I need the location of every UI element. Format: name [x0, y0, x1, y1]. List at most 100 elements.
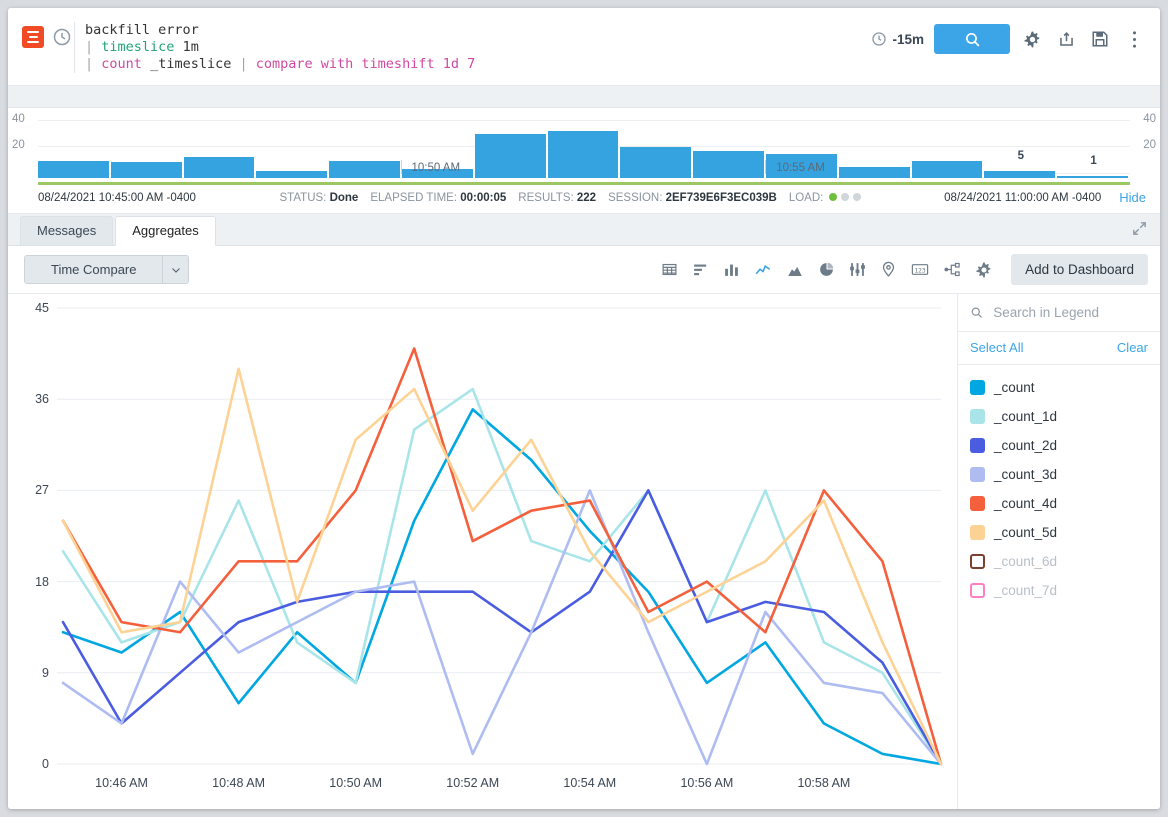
- share-button[interactable]: [1054, 26, 1078, 52]
- expand-panel-button[interactable]: [1131, 220, 1148, 242]
- column-chart-icon[interactable]: [723, 261, 740, 278]
- time-compare-dropdown[interactable]: Time Compare: [24, 255, 189, 284]
- chart-legend-panel: Select All Clear _count _count_1d _count_2…: [957, 294, 1160, 809]
- histogram-bar[interactable]: [912, 161, 983, 178]
- more-options-button[interactable]: [1122, 26, 1146, 52]
- chart-x-tick: 10:58 AM: [798, 776, 851, 790]
- legend-item-label: _count: [994, 380, 1035, 395]
- chart-x-tick: 10:54 AM: [563, 776, 616, 790]
- kebab-menu-icon: [1132, 30, 1137, 49]
- chart-type-icons: 123: [661, 261, 993, 279]
- line-chart-icon[interactable]: [754, 261, 772, 279]
- search-icon: [970, 305, 983, 320]
- histogram-timetick-1: [401, 160, 402, 174]
- histogram-bar[interactable]: [620, 147, 691, 178]
- histogram-bar[interactable]: [329, 161, 400, 178]
- legend-actions: Select All Clear: [958, 332, 1160, 365]
- legend-item-count_2d[interactable]: _count_2d: [958, 431, 1160, 460]
- tab-messages[interactable]: Messages: [20, 216, 113, 245]
- chevron-down-icon[interactable]: [162, 256, 188, 283]
- legend-color-swatch: [970, 438, 985, 453]
- legend-item-count_7d[interactable]: _count_7d: [958, 576, 1160, 605]
- panel-divider: [8, 86, 1160, 108]
- area-chart-icon[interactable]: [786, 261, 804, 279]
- chart-series-count_3d[interactable]: [63, 490, 941, 764]
- histogram-bar[interactable]: [256, 171, 327, 178]
- legend-color-swatch: [970, 525, 985, 540]
- session-value: 2EF739E6F3EC039B: [666, 192, 777, 204]
- histogram-bar-value: 1: [1090, 155, 1096, 167]
- histogram-ylabel-bottom-left: 20: [12, 139, 25, 151]
- histogram-bar[interactable]: [984, 171, 1055, 178]
- chart-series-count_2d[interactable]: [63, 490, 941, 764]
- legend-item-label: _count_7d: [994, 583, 1057, 598]
- legend-item-label: _count_6d: [994, 554, 1057, 569]
- histogram-bar[interactable]: [693, 151, 764, 178]
- legend-item-label: _count_5d: [994, 525, 1057, 540]
- histogram-bar[interactable]: [1057, 176, 1128, 178]
- chart-series-count_1d[interactable]: [63, 389, 941, 764]
- histogram-timetick-2: [765, 160, 766, 174]
- histogram-bar[interactable]: [839, 167, 910, 178]
- visualization-toolbar: Time Compare: [8, 246, 1160, 294]
- legend-item-count_4d[interactable]: _count_4d: [958, 489, 1160, 518]
- horizontal-bar-chart-icon[interactable]: [692, 261, 709, 278]
- histogram-chart[interactable]: 40 20 40 20 51 10:50 AM 10:55 AM: [38, 116, 1130, 178]
- results-tabs: Messages Aggregates: [8, 214, 1160, 246]
- legend-select-all-link[interactable]: Select All: [970, 340, 1023, 355]
- histogram-bar[interactable]: [548, 131, 619, 178]
- load-dot-3: [853, 193, 861, 201]
- legend-item-count_3d[interactable]: _count_3d: [958, 460, 1160, 489]
- histogram-bar[interactable]: [475, 134, 546, 178]
- chart-x-tick: 10:52 AM: [446, 776, 499, 790]
- link-graph-icon[interactable]: [943, 261, 961, 278]
- query-line-2-pipe: |: [85, 39, 93, 55]
- status-value: Done: [330, 192, 359, 204]
- legend-item-count[interactable]: _count: [958, 373, 1160, 402]
- pie-chart-icon[interactable]: [818, 261, 835, 278]
- histogram-ylabel-top-right: 40: [1143, 113, 1156, 125]
- session-key: SESSION:: [608, 192, 662, 204]
- single-value-icon[interactable]: 123: [911, 261, 929, 278]
- legend-item-count_5d[interactable]: _count_5d: [958, 518, 1160, 547]
- table-chart-icon[interactable]: [661, 261, 678, 278]
- load-dot-1: [829, 193, 837, 201]
- legend-item-label: _count_2d: [994, 438, 1057, 453]
- legend-clear-link[interactable]: Clear: [1117, 340, 1148, 355]
- time-range-picker[interactable]: -15m: [871, 31, 924, 47]
- legend-item-label: _count_1d: [994, 409, 1057, 424]
- histogram-bar-value: 5: [1018, 150, 1024, 162]
- histogram-bar[interactable]: [111, 162, 182, 178]
- query-line-3-field: _timeslice: [150, 56, 231, 72]
- chart-y-tick: 45: [35, 301, 49, 315]
- clock-icon[interactable]: [52, 27, 72, 47]
- search-settings-gear-button[interactable]: [1020, 26, 1044, 52]
- legend-item-count_6d[interactable]: _count_6d: [958, 547, 1160, 576]
- query-line-3-operator: count: [101, 56, 142, 72]
- legend-color-swatch: [970, 554, 985, 569]
- add-to-dashboard-button[interactable]: Add to Dashboard: [1011, 254, 1148, 285]
- tab-aggregates[interactable]: Aggregates: [115, 216, 216, 246]
- chart-and-legend: 091827364510:46 AM10:48 AM10:50 AM10:52 …: [8, 294, 1160, 809]
- histogram-timemark-1: 10:50 AM: [411, 162, 460, 174]
- legend-item-count_1d[interactable]: _count_1d: [958, 402, 1160, 431]
- histogram-bar[interactable]: [184, 157, 255, 178]
- hide-histogram-link[interactable]: Hide: [1119, 190, 1146, 205]
- logs-icon[interactable]: [22, 26, 44, 48]
- legend-item-label: _count_4d: [994, 496, 1057, 511]
- query-editor[interactable]: backfill error | timeslice 1m | count _t…: [74, 22, 871, 73]
- line-chart[interactable]: 091827364510:46 AM10:48 AM10:50 AM10:52 …: [8, 294, 957, 809]
- box-plot-icon[interactable]: [849, 261, 866, 278]
- chart-y-tick: 36: [35, 392, 49, 406]
- chart-settings-gear-icon[interactable]: [975, 261, 993, 279]
- chart-x-tick: 10:46 AM: [95, 776, 148, 790]
- map-pin-icon[interactable]: [880, 261, 897, 278]
- elapsed-value: 00:00:05: [460, 192, 506, 204]
- legend-search-input[interactable]: [991, 304, 1150, 321]
- run-search-button[interactable]: [934, 24, 1010, 54]
- legend-search-row[interactable]: [958, 294, 1160, 332]
- results-key: RESULTS:: [518, 192, 573, 204]
- time-histogram-panel: 40 20 40 20 51 10:50 AM 10:55 AM 08/24/2…: [8, 108, 1160, 214]
- histogram-bar[interactable]: [38, 161, 109, 178]
- save-button[interactable]: [1088, 26, 1112, 52]
